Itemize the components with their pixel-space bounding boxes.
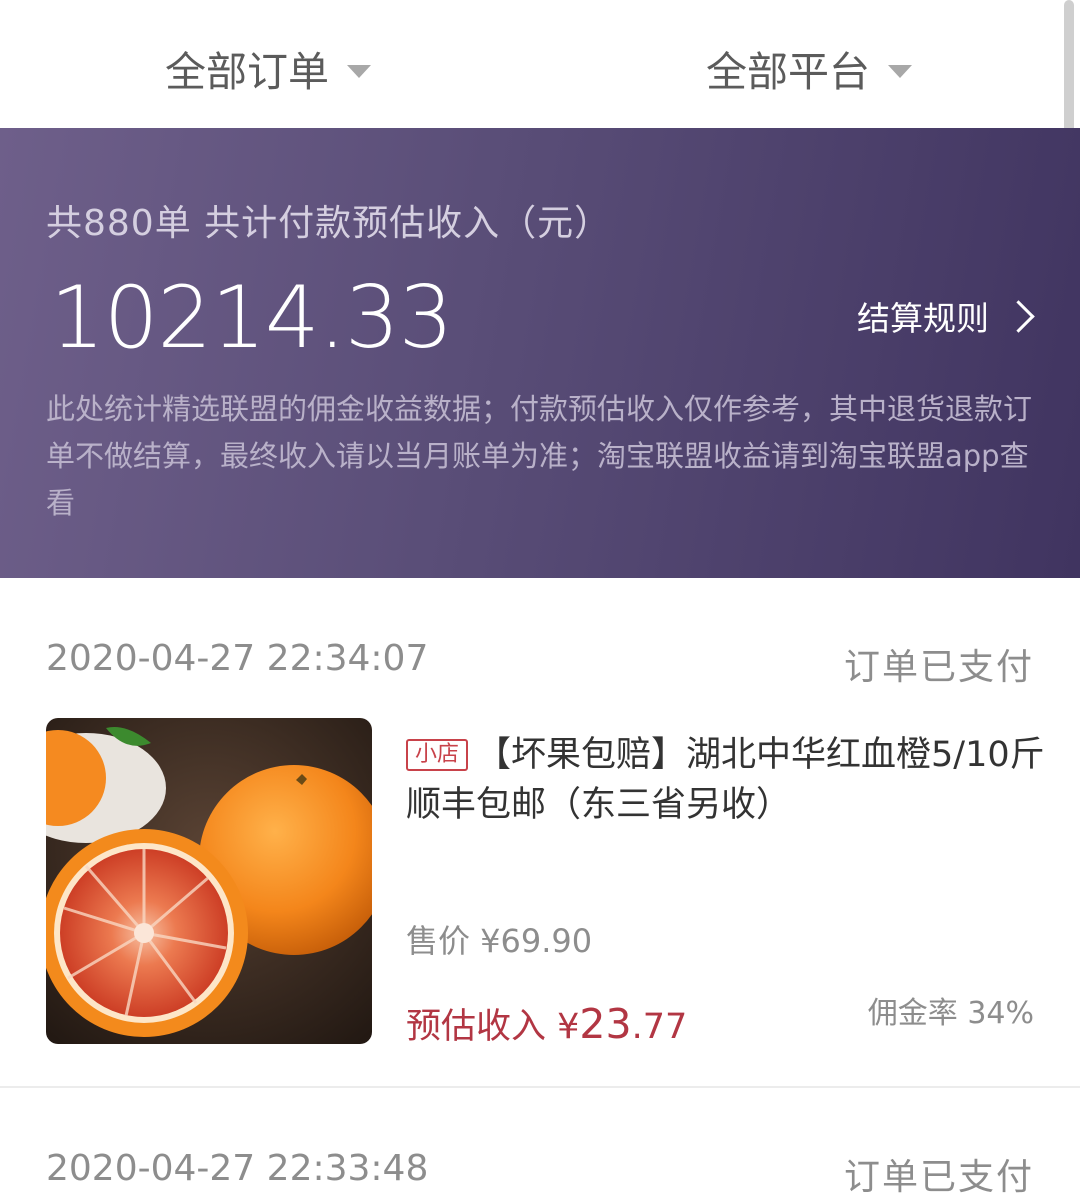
platform-filter-dropdown[interactable]: 全部平台 <box>706 38 912 98</box>
settlement-rules-link[interactable]: 结算规则 <box>857 292 1038 340</box>
blood-orange-image <box>46 718 372 1044</box>
estimated-income-label: 预估收入 ¥ <box>406 1007 580 1047</box>
order-status: 订单已支付 <box>843 647 1034 688</box>
estimated-income-total: 10214.33 <box>50 268 453 368</box>
chevron-down-icon <box>347 64 371 78</box>
chevron-down-icon <box>888 64 912 78</box>
estimated-income-dec: .77 <box>631 1007 688 1047</box>
filter-bar: 全部订单 全部平台 <box>0 0 1080 158</box>
chevron-right-icon <box>1002 299 1035 333</box>
settlement-rules-label: 结算规则 <box>857 299 989 338</box>
shop-badge: 小店 <box>406 739 469 771</box>
order-time: 2020-04-27 22:34:07 <box>46 638 429 679</box>
estimated-income: 预估收入 ¥23.77 <box>406 998 687 1049</box>
product-title-block[interactable]: 小店 【坏果包赔】湖北中华红血橙5/10斤 顺丰包邮（东三省另收） <box>406 730 1046 830</box>
order-time: 2020-04-27 22:33:48 <box>46 1148 429 1189</box>
estimated-income-int: 23 <box>579 1000 632 1048</box>
income-summary-banner: 共880单 共计付款预估收入（元） 10214.33 结算规则 此处统计精选联盟… <box>0 128 1080 578</box>
product-price: 售价 ¥69.90 <box>406 922 593 960</box>
platform-filter-label: 全部平台 <box>706 48 870 96</box>
product-title: 【坏果包赔】湖北中华红血橙5/10斤 顺丰包邮（东三省另收） <box>406 735 1045 825</box>
order-filter-label: 全部订单 <box>165 48 329 96</box>
commission-rate: 佣金率 34% <box>867 996 1034 1031</box>
product-image[interactable] <box>46 718 372 1044</box>
order-item[interactable]: 2020-04-27 22:34:07 订单已支付 小店 【坏果包赔】湖北中华红… <box>0 578 1080 1086</box>
order-filter-dropdown[interactable]: 全部订单 <box>165 38 371 98</box>
order-status: 订单已支付 <box>843 1157 1034 1198</box>
summary-note: 此处统计精选联盟的佣金收益数据；付款预估收入仅作参考，其中退货退款订单不做结算，… <box>46 392 1033 520</box>
order-count-summary: 共880单 共计付款预估收入（元） <box>46 203 612 244</box>
order-item[interactable]: 2020-04-27 22:33:48 订单已支付 <box>0 1088 1080 1203</box>
